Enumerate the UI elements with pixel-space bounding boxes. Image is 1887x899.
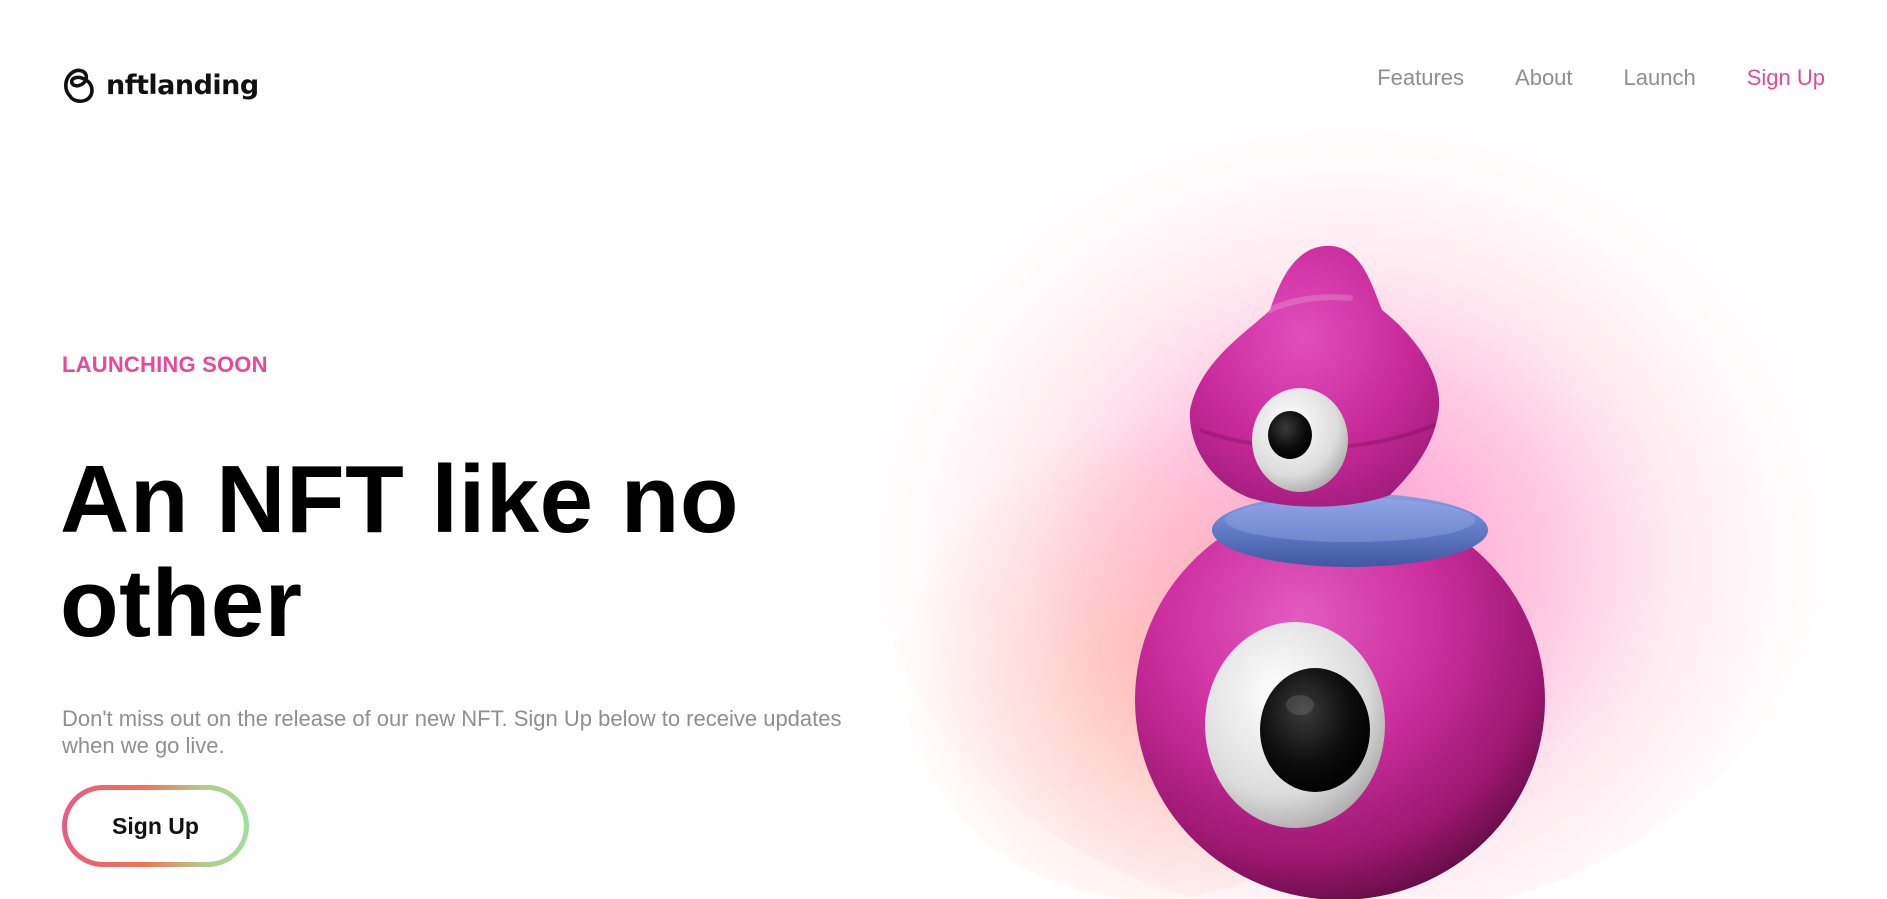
hero-headline: An NFT like no other [60,446,739,657]
brand-logo[interactable]: nftlanding [62,66,259,104]
signup-button[interactable]: Sign Up [62,785,249,867]
nav-link-about[interactable]: About [1515,64,1573,92]
brand-name: nftlanding [106,69,259,101]
landing-page: nftlanding Features About Launch Sign Up [0,0,1887,899]
main-nav: Features About Launch Sign Up [1377,64,1825,92]
nav-link-features[interactable]: Features [1377,64,1464,92]
pink-creature-image [1135,245,1545,899]
hero-subtext: Don't miss out on the release of our new… [62,706,842,758]
nav-link-launch[interactable]: Launch [1624,64,1696,92]
signup-button-label: Sign Up [67,790,244,862]
nav-link-signup[interactable]: Sign Up [1747,64,1825,92]
launching-soon-label: LAUNCHING SOON [62,352,268,377]
loop-logo-icon [64,68,94,104]
